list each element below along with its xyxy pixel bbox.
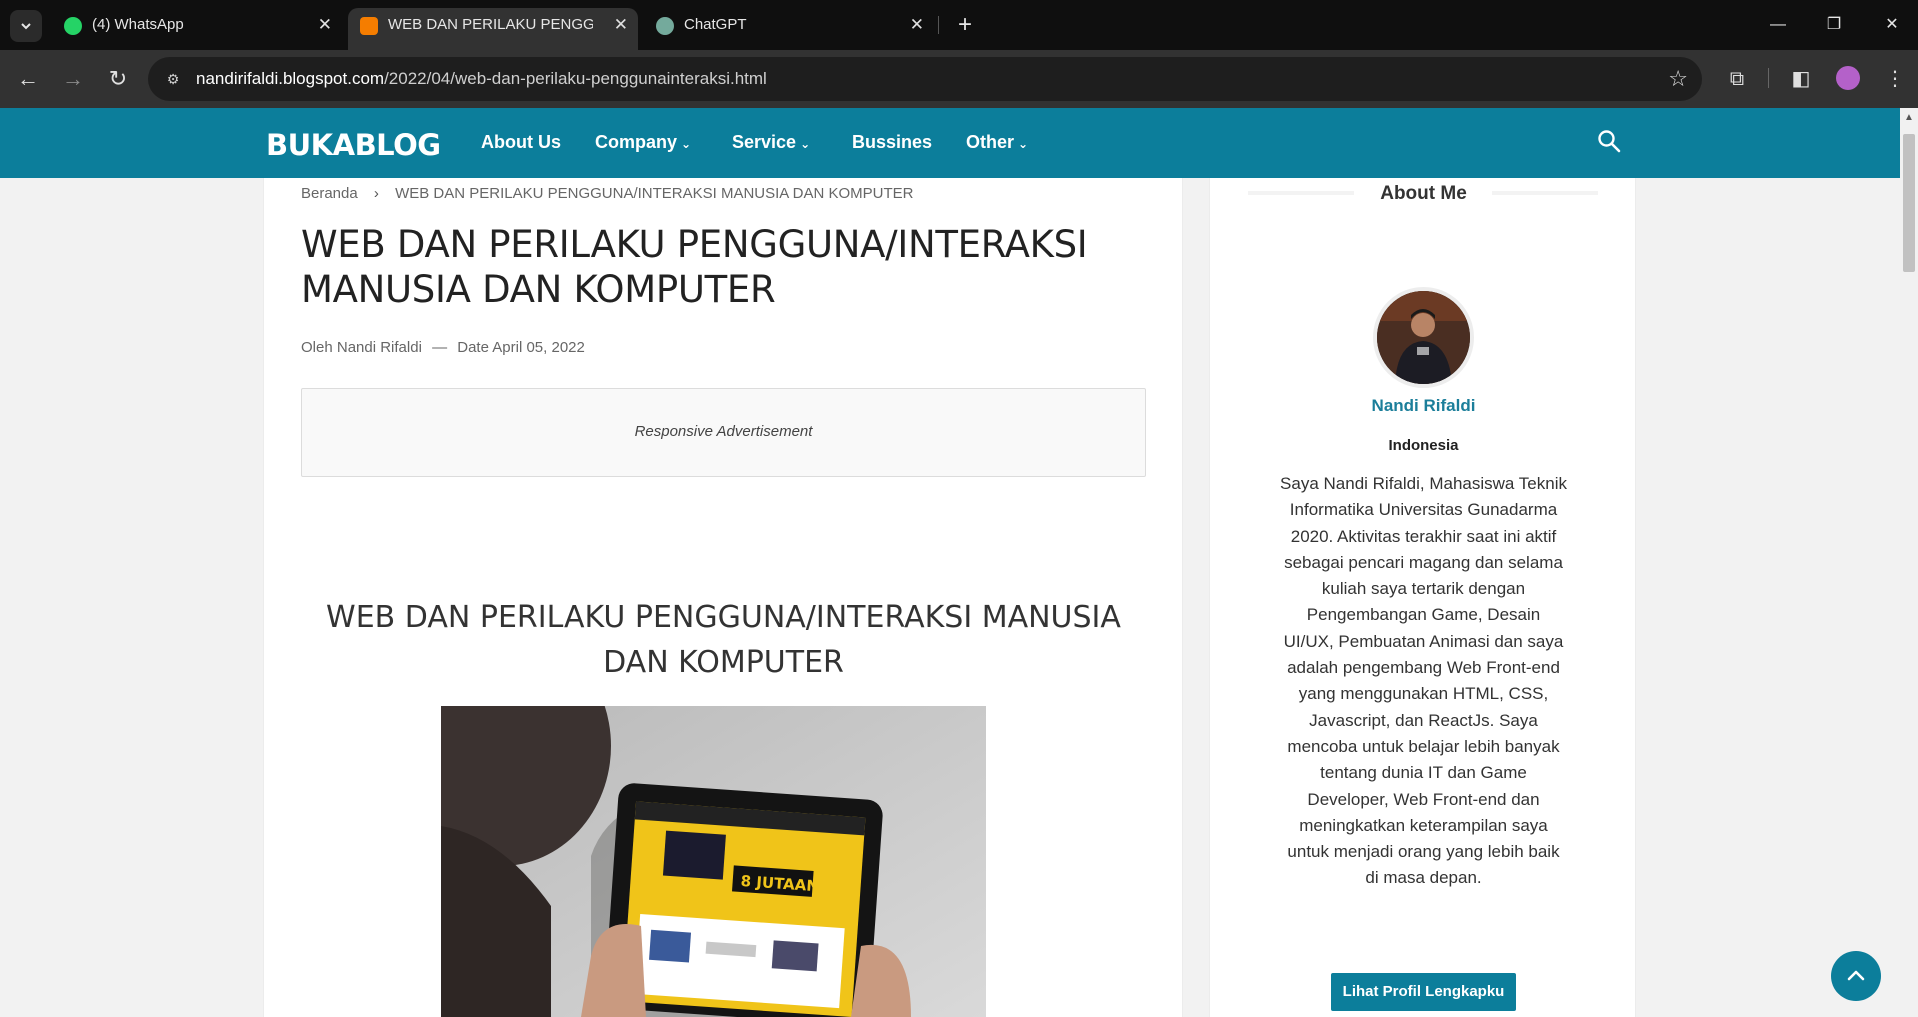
author-location: Indonesia bbox=[1388, 437, 1459, 454]
chevron-down-icon bbox=[21, 23, 31, 30]
back-button[interactable]: ← bbox=[12, 64, 44, 96]
view-profile-button[interactable]: Lihat Profil Lengkapku bbox=[1331, 973, 1516, 1011]
tablet-photo: 8 JUTAAN bbox=[441, 706, 986, 1017]
breadcrumb: Beranda › WEB DAN PERILAKU PENGGUNA/INTE… bbox=[301, 185, 914, 202]
menu-kebab-icon[interactable]: ⋮ bbox=[1880, 64, 1910, 94]
tab-whatsapp[interactable]: (4) WhatsApp ✕ bbox=[52, 8, 342, 50]
close-tab-icon[interactable]: ✕ bbox=[910, 8, 924, 42]
menu-item-about-us[interactable]: About Us bbox=[481, 132, 561, 153]
post-author[interactable]: Nandi Rifaldi bbox=[337, 339, 422, 356]
scroll-up-arrow-icon[interactable]: ▲ bbox=[1904, 112, 1914, 123]
tab-search-button[interactable] bbox=[10, 10, 42, 42]
tab-title: (4) WhatsApp bbox=[92, 16, 184, 33]
back-to-top-button[interactable] bbox=[1831, 951, 1881, 1001]
forward-button[interactable]: → bbox=[57, 64, 89, 96]
tab-divider bbox=[938, 16, 939, 34]
avatar-photo bbox=[1377, 291, 1470, 384]
profile-avatar[interactable] bbox=[1836, 66, 1860, 90]
advertisement-slot: Responsive Advertisement bbox=[301, 388, 1146, 477]
article-card: Beranda › WEB DAN PERILAKU PENGGUNA/INTE… bbox=[263, 178, 1183, 1017]
chevron-down-icon: ⌄ bbox=[681, 137, 692, 151]
breadcrumb-current: WEB DAN PERILAKU PENGGUNA/INTERAKSI MANU… bbox=[395, 185, 914, 202]
address-bar[interactable]: ⚙ nandirifaldi.blogspot.com/2022/04/web-… bbox=[148, 57, 1702, 101]
tab-title: ChatGPT bbox=[684, 16, 747, 33]
scrollbar-thumb[interactable] bbox=[1903, 134, 1915, 272]
site-info-icon[interactable]: ⚙ bbox=[162, 68, 184, 90]
minimize-button[interactable]: — bbox=[1758, 10, 1798, 40]
new-tab-button[interactable]: + bbox=[950, 10, 980, 40]
tab-chatgpt[interactable]: ChatGPT ✕ bbox=[644, 8, 934, 50]
toolbar-divider bbox=[1768, 68, 1769, 88]
side-panel-icon[interactable]: ◧ bbox=[1786, 64, 1816, 94]
whatsapp-icon bbox=[64, 17, 82, 35]
chevron-up-icon bbox=[1847, 970, 1865, 981]
chevron-down-icon: ⌄ bbox=[800, 137, 811, 151]
article-image[interactable]: 8 JUTAAN bbox=[441, 706, 986, 1017]
bookmark-star-icon[interactable]: ☆ bbox=[1668, 66, 1688, 92]
blogger-icon bbox=[360, 17, 378, 35]
close-tab-icon[interactable]: ✕ bbox=[614, 8, 628, 42]
post-title: WEB DAN PERILAKU PENGGUNA/INTERAKSI MANU… bbox=[301, 223, 1088, 311]
chevron-right-icon: › bbox=[373, 185, 379, 202]
site-header: BUKABLOG About Us Company ⌄ Service ⌄ Buss… bbox=[0, 108, 1900, 178]
widget-title: About Me bbox=[1380, 183, 1467, 204]
site-logo[interactable]: BUKABLOG bbox=[266, 128, 441, 162]
post-meta: Oleh Nandi Rifaldi — Date April 05, 2022 bbox=[301, 339, 585, 356]
author-name[interactable]: Nandi Rifaldi bbox=[1210, 396, 1637, 416]
menu-item-service[interactable]: Service ⌄ bbox=[732, 132, 810, 153]
menu-item-bussines[interactable]: Bussines bbox=[852, 132, 932, 153]
sidebar-about-me: About Me Nandi Rifaldi Indonesia Saya Na… bbox=[1209, 178, 1636, 1017]
url-text[interactable]: nandirifaldi.blogspot.com/2022/04/web-da… bbox=[196, 69, 767, 89]
close-window-button[interactable]: ✕ bbox=[1872, 10, 1912, 40]
extensions-icon[interactable]: ⧉ bbox=[1722, 64, 1752, 94]
browser-toolbar: ← → ↻ ⚙ nandirifaldi.blogspot.com/2022/0… bbox=[0, 50, 1918, 108]
chevron-down-icon: ⌄ bbox=[1018, 137, 1029, 151]
menu-item-other[interactable]: Other ⌄ bbox=[966, 132, 1028, 153]
author-bio: Saya Nandi Rifaldi, Mahasiswa Teknik Inf… bbox=[1280, 474, 1567, 888]
breadcrumb-home-link[interactable]: Beranda bbox=[301, 185, 358, 202]
close-tab-icon[interactable]: ✕ bbox=[318, 8, 332, 42]
search-button[interactable] bbox=[1596, 128, 1626, 158]
restore-button[interactable]: ❐ bbox=[1814, 10, 1854, 40]
page-scrollbar[interactable]: ▲ bbox=[1900, 108, 1918, 1017]
reload-button[interactable]: ↻ bbox=[102, 64, 134, 96]
content-heading: WEB DAN PERILAKU PENGGUNA/INTERAKSI MANU… bbox=[326, 600, 1121, 680]
tab-title: WEB DAN PERILAKU PENGGUNA bbox=[388, 16, 593, 33]
tab-blog-post[interactable]: WEB DAN PERILAKU PENGGUNA ✕ bbox=[348, 8, 638, 50]
chatgpt-icon bbox=[656, 17, 674, 35]
menu-item-company[interactable]: Company ⌄ bbox=[595, 132, 691, 153]
post-date: April 05, 2022 bbox=[492, 339, 585, 356]
search-icon bbox=[1598, 130, 1621, 153]
browser-tab-strip: (4) WhatsApp ✕ WEB DAN PERILAKU PENGGUNA… bbox=[0, 0, 1918, 50]
author-avatar[interactable] bbox=[1373, 287, 1474, 388]
